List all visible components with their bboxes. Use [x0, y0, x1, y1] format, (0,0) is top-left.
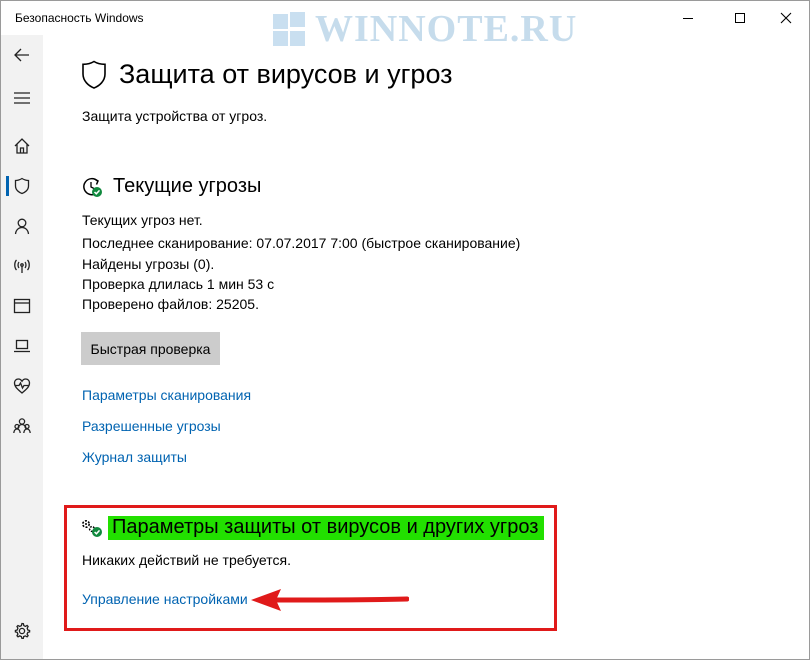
- manage-settings-link[interactable]: Управление настройками: [82, 591, 248, 607]
- person-icon: [14, 218, 30, 235]
- threats-found-line: Найдены угрозы (0).: [82, 256, 215, 272]
- hamburger-menu-icon: [14, 92, 30, 104]
- protection-settings-status: Никаких действий не требуется.: [82, 552, 291, 568]
- sidebar-item-device-security[interactable]: [1, 326, 43, 366]
- quick-scan-button[interactable]: Быстрая проверка: [81, 332, 220, 365]
- sidebar-item-device-performance[interactable]: [1, 366, 43, 406]
- heart-health-icon: [13, 378, 31, 394]
- menu-button[interactable]: [1, 78, 43, 118]
- protection-history-link[interactable]: Журнал защиты: [82, 449, 187, 465]
- last-scan-line: Последнее сканирование: 07.07.2017 7:00 …: [82, 235, 521, 251]
- page-title: Защита от вирусов и угроз: [119, 59, 453, 89]
- close-button[interactable]: [763, 1, 809, 35]
- protection-settings-header: Параметры защиты от вирусов и других угр…: [80, 516, 545, 540]
- sidebar-item-app-browser-control[interactable]: [1, 286, 43, 326]
- close-icon: [780, 12, 792, 24]
- sidebar-item-home[interactable]: [1, 126, 43, 166]
- annotation-arrow-icon: [251, 589, 409, 611]
- gear-icon: [14, 622, 31, 640]
- back-arrow-icon: [14, 48, 29, 62]
- scan-duration-line: Проверка длилась 1 мин 53 с: [82, 276, 275, 292]
- title-bar: Безопасность Windows WINNOTE.RU: [1, 1, 809, 50]
- settings-gears-ok-icon: [81, 519, 102, 537]
- minimize-icon: [683, 17, 693, 19]
- scan-options-link[interactable]: Параметры сканирования: [82, 387, 251, 403]
- maximize-icon: [735, 13, 745, 23]
- scan-status-ok-icon: [83, 177, 102, 197]
- minimize-button[interactable]: [665, 1, 711, 35]
- sidebar-item-virus-protection[interactable]: [1, 166, 43, 206]
- windows-security-window: Безопасность Windows WINNOTE.RU Защита о…: [0, 0, 810, 660]
- shield-icon: [82, 60, 106, 89]
- current-threats-header: Текущие угрозы: [81, 175, 261, 198]
- shield-icon: [14, 177, 30, 195]
- sidebar-item-settings[interactable]: [1, 611, 43, 651]
- home-icon: [14, 138, 30, 154]
- browser-window-icon: [13, 298, 31, 314]
- sidebar-item-family-options[interactable]: [1, 406, 43, 446]
- maximize-button[interactable]: [717, 1, 763, 35]
- files-scanned-line: Проверено файлов: 25205.: [82, 296, 259, 312]
- main-content: Защита от вирусов и угроз Защита устройс…: [43, 35, 809, 659]
- current-threats-title: Текущие угрозы: [113, 175, 262, 197]
- network-antenna-icon: [14, 259, 30, 273]
- threat-status-line: Текущих угроз нет.: [82, 212, 203, 228]
- page-subtitle: Защита устройства от угроз.: [82, 108, 268, 124]
- sidebar-item-account-protection[interactable]: [1, 206, 43, 246]
- protection-settings-title: Параметры защиты от вирусов и других угр…: [108, 516, 545, 540]
- page-header: Защита от вирусов и угроз: [81, 59, 453, 90]
- sidebar-item-firewall[interactable]: [1, 246, 43, 286]
- laptop-icon: [14, 339, 30, 353]
- sidebar: [1, 35, 43, 659]
- app-title: Безопасность Windows: [15, 11, 144, 25]
- back-button[interactable]: [1, 35, 43, 75]
- allowed-threats-link[interactable]: Разрешенные угрозы: [82, 418, 221, 434]
- family-icon: [13, 418, 31, 434]
